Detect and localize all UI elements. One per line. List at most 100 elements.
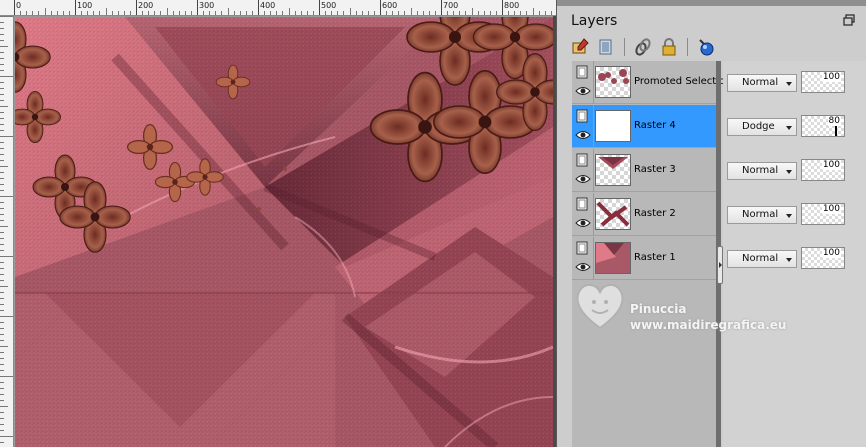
opacity-value: 100 (821, 248, 841, 258)
layer-visibility-column (572, 61, 594, 104)
opacity-slider[interactable]: 100 (801, 159, 845, 181)
ruler-vertical-tick (0, 346, 8, 347)
ruler-vertical-tick (0, 256, 13, 257)
ruler-minor-tick (221, 11, 223, 15)
ruler-vertical-tick (0, 82, 4, 83)
ruler-vertical-tick (0, 124, 4, 125)
layer-props-row: Normal 100 (723, 237, 866, 280)
ruler-minor-tick (532, 8, 534, 15)
ruler-minor-tick (526, 11, 528, 15)
ruler-minor-tick (428, 11, 430, 15)
blend-mode-select[interactable]: Normal (727, 206, 797, 224)
watermark-url: www.maidiregrafica.eu (630, 318, 787, 332)
ruler-vertical-tick (0, 382, 4, 383)
ruler-horizontal: 0 100 200 300 400 500 600 700 800 (0, 0, 556, 16)
canvas-workspace: 0 100 200 300 400 500 600 700 800 (0, 0, 556, 447)
link-icon[interactable] (632, 36, 654, 58)
blend-mode-select[interactable]: Normal (727, 250, 797, 268)
ruler-minor-tick (105, 8, 107, 15)
ruler-minor-tick (190, 11, 192, 15)
layer-row-promoted-selection[interactable]: Promoted Selection (572, 61, 731, 104)
ruler-minor-tick (129, 11, 131, 15)
ruler-vertical-tick (0, 406, 8, 407)
chevron-down-icon (786, 214, 792, 218)
ruler-vertical-tick (0, 214, 4, 215)
ruler-major-tick (441, 0, 442, 15)
ruler-minor-tick (392, 11, 394, 15)
ruler-major-tick (380, 0, 381, 15)
eye-icon[interactable] (575, 261, 591, 273)
ruler-vertical-tick (0, 328, 4, 329)
ruler-minor-tick (38, 11, 40, 15)
raster-layer-icon (576, 65, 588, 79)
ruler-minor-tick (148, 11, 150, 15)
layer-row-raster-3[interactable]: Raster 3 (572, 149, 716, 192)
opacity-slider[interactable]: 100 (801, 71, 845, 93)
ruler-vertical-tick (0, 184, 4, 185)
opacity-value: 80 (827, 116, 841, 126)
ruler-label: 300 (199, 1, 215, 10)
blend-mode-select[interactable]: Normal (727, 162, 797, 180)
layer-visibility-column (572, 105, 594, 148)
ruler-minor-tick (172, 11, 174, 15)
ruler-minor-tick (123, 11, 125, 15)
chevron-down-icon (786, 126, 792, 130)
opacity-slider[interactable]: 100 (801, 203, 845, 225)
ruler-vertical-tick (0, 76, 13, 77)
ruler-minor-tick (203, 11, 205, 15)
eye-icon[interactable] (575, 173, 591, 185)
restore-window-icon[interactable] (842, 14, 856, 28)
ruler-minor-tick (245, 11, 247, 15)
opacity-slider[interactable]: 100 (801, 247, 845, 269)
ruler-minor-tick (489, 11, 491, 15)
ruler-minor-tick (178, 11, 180, 15)
ruler-vertical-tick (0, 316, 13, 317)
layer-thumbnail (595, 198, 631, 230)
layer-row-raster-1[interactable]: Raster 1 (572, 237, 716, 280)
image-canvas[interactable] (15, 17, 553, 447)
ruler-major-tick (197, 0, 198, 15)
ruler-minor-tick (520, 11, 522, 15)
ruler-minor-tick (514, 11, 516, 15)
ruler-vertical-tick (0, 190, 4, 191)
ruler-vertical-tick (0, 100, 4, 101)
ruler-vertical-tick (0, 166, 8, 167)
ruler-major-tick (258, 0, 259, 15)
blend-mode-select[interactable]: Dodge (727, 118, 797, 136)
ruler-minor-tick (111, 11, 113, 15)
blend-mode-label: Normal (742, 77, 779, 88)
new-mask-icon[interactable] (595, 36, 617, 58)
ruler-minor-tick (434, 11, 436, 15)
new-layer-icon[interactable] (569, 36, 591, 58)
ruler-minor-tick (209, 11, 211, 15)
ruler-minor-tick (294, 11, 296, 15)
layer-name: Raster 4 (634, 120, 676, 131)
eye-icon[interactable] (575, 129, 591, 141)
ruler-minor-tick (325, 11, 327, 15)
ruler-label: 800 (504, 1, 520, 10)
layer-row-raster-2[interactable]: Raster 2 (572, 193, 716, 236)
ruler-vertical-tick (0, 22, 4, 23)
raster-layer-icon (576, 241, 588, 255)
ruler-vertical-tick (0, 160, 4, 161)
lock-icon[interactable] (658, 36, 680, 58)
ruler-minor-tick (306, 11, 308, 15)
ruler-minor-tick (300, 11, 302, 15)
opacity-value: 100 (821, 160, 841, 170)
layer-style-icon[interactable] (695, 36, 717, 58)
raster-layer-icon (576, 109, 588, 123)
ruler-vertical-tick (0, 400, 4, 401)
ruler-minor-tick (227, 8, 229, 15)
eye-icon[interactable] (575, 217, 591, 229)
blend-mode-select[interactable]: Normal (727, 74, 797, 92)
eye-icon[interactable] (575, 85, 591, 97)
ruler-minor-tick (447, 11, 449, 15)
layer-row-raster-4[interactable]: Raster 4 (572, 105, 716, 148)
ruler-major-tick (319, 0, 320, 15)
ruler-vertical-tick (0, 226, 8, 227)
ruler-vertical-tick (0, 412, 4, 413)
chevron-down-icon (786, 258, 792, 262)
ruler-vertical-tick (0, 40, 4, 41)
opacity-slider[interactable]: 80 (801, 115, 845, 137)
ruler-minor-tick (184, 11, 186, 15)
